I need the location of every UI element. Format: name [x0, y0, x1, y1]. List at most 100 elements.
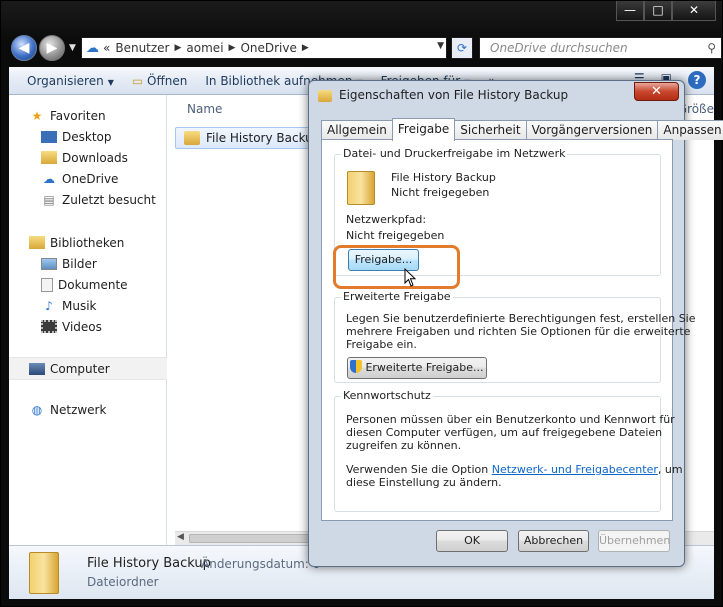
open-label: Öffnen: [147, 73, 188, 88]
column-header-name[interactable]: Name: [187, 102, 222, 116]
sidebar-label: Videos: [62, 319, 102, 334]
search-input[interactable]: OneDrive durchsuchen ⚲: [479, 37, 722, 59]
sidebar-label: Musik: [62, 298, 97, 313]
properties-dialog: Eigenschaften von File History Backup ✕ …: [308, 80, 723, 567]
advanced-share-button[interactable]: Erweiterte Freigabe...: [347, 357, 487, 379]
sidebar-item-dokumente[interactable]: Dokumente: [9, 274, 167, 295]
breadcrumb-separator-icon[interactable]: ▶: [302, 43, 309, 53]
breadcrumb-aomei[interactable]: aomei: [186, 41, 223, 55]
breadcrumb-separator-icon[interactable]: ▶: [175, 43, 182, 53]
network-globe-icon: ◍: [31, 402, 43, 417]
mouse-pointer-icon: [404, 268, 417, 287]
sidebar-item-videos[interactable]: Videos: [9, 316, 167, 337]
scrollbar-thumb[interactable]: [189, 534, 321, 543]
password-text-line: Personen müssen über ein Benutzerkonto u…: [346, 413, 675, 426]
navigation-pane: ★ Favoriten Desktop Downloads ☁ OneDrive…: [9, 95, 167, 545]
library-icon: [29, 236, 45, 249]
group-label: Datei- und Druckerfreigabe im Netzwerk: [341, 147, 568, 160]
sidebar-label: Bilder: [62, 256, 97, 271]
sidebar-item-bilder[interactable]: Bilder: [9, 253, 167, 274]
minimize-button[interactable]: —: [616, 1, 644, 21]
breadcrumb-onedrive[interactable]: OneDrive: [240, 41, 296, 55]
computer-icon: [29, 362, 45, 375]
desktop-icon: [41, 130, 57, 143]
sidebar-item-computer[interactable]: Computer: [9, 358, 167, 379]
password-text-line: diesen Computer verfügen, um auf freigeg…: [346, 426, 663, 439]
advanced-share-group: Erweiterte Freigabe Legen Sie benutzerde…: [334, 290, 696, 383]
folder-icon: [347, 171, 375, 205]
downloads-folder-icon: [41, 151, 57, 164]
search-icon[interactable]: ⚲: [707, 38, 716, 58]
tab-freigabe[interactable]: Freigabe: [391, 118, 456, 141]
maximize-button[interactable]: □: [644, 1, 672, 21]
ok-button[interactable]: OK: [436, 530, 508, 552]
sidebar-item-downloads[interactable]: Downloads: [9, 147, 167, 168]
forward-button[interactable]: ▶: [39, 35, 65, 61]
breadcrumb-separator-icon[interactable]: ▶: [229, 43, 236, 53]
sidebar-item-musik[interactable]: ♪ Musik: [9, 295, 167, 316]
sharing-tab-panel: Datei- und Druckerfreigabe im Netzwerk F…: [321, 139, 696, 521]
network-path-value: Nicht freigegeben: [346, 229, 445, 242]
shared-folder-name: File History Backup: [391, 171, 496, 184]
sidebar-label: Dokumente: [58, 277, 128, 292]
organize-menu[interactable]: Organisieren ▼: [27, 74, 114, 88]
apply-button[interactable]: Übernehmen: [598, 530, 670, 552]
pictures-icon: [41, 257, 57, 270]
sidebar-item-bibliotheken[interactable]: Bibliotheken: [9, 232, 167, 253]
sidebar-label: Computer: [50, 361, 110, 376]
refresh-icon: ⟳: [456, 41, 468, 55]
share-status: Nicht freigegeben: [391, 186, 490, 199]
advanced-share-text-line: Legen Sie benutzerdefinierte Berechtigun…: [346, 312, 696, 325]
folder-icon: [184, 131, 200, 145]
network-group: ◍ Netzwerk: [9, 399, 167, 420]
open-button[interactable]: ▭ Öffnen: [132, 74, 187, 88]
network-path-label: Netzwerkpfad:: [346, 213, 427, 226]
onedrive-cloud-icon: ☁: [43, 171, 55, 186]
music-note-icon: ♪: [45, 298, 53, 313]
advanced-share-text-line: Freigabe ein.: [346, 338, 417, 351]
breadcrumb-benutzer[interactable]: Benutzer: [115, 41, 169, 55]
cancel-button[interactable]: Abbrechen: [518, 530, 589, 552]
file-name: File History Backup: [206, 131, 321, 145]
sidebar-item-zuletzt-besucht[interactable]: ▤ Zuletzt besucht: [9, 189, 167, 210]
advanced-share-button-label: Erweiterte Freigabe...: [365, 361, 484, 374]
arrow-right-icon: ▶: [46, 40, 58, 56]
address-bar[interactable]: ☁ « Benutzer ▶ aomei ▶ OneDrive ▶ ▼: [81, 37, 447, 59]
close-button[interactable]: ✕: [672, 1, 716, 21]
arrow-left-icon: ◀: [18, 40, 30, 56]
computer-group: Computer: [9, 357, 167, 380]
tab-vorgaengerversionen[interactable]: Vorgängerversionen: [525, 120, 659, 140]
password-text-line: zugreifen zu können.: [346, 439, 462, 452]
sidebar-item-onedrive[interactable]: ☁ OneDrive: [9, 168, 167, 189]
tab-sicherheit[interactable]: Sicherheit: [454, 120, 527, 140]
tab-anpassen[interactable]: Anpassen: [657, 120, 723, 140]
sidebar-label: Favoriten: [50, 108, 106, 123]
refresh-button[interactable]: ⟳: [451, 37, 473, 59]
recent-places-icon: ▤: [43, 192, 55, 207]
documents-icon: [41, 277, 53, 292]
dialog-close-button[interactable]: ✕: [634, 82, 679, 101]
star-icon: ★: [31, 108, 43, 123]
details-modified: Änderungsdatum: 0: [201, 557, 321, 571]
group-label: Erweiterte Freigabe: [341, 290, 453, 303]
password-option-line: Verwenden Sie die Option Netzwerk- und F…: [346, 463, 683, 476]
advanced-share-text-line: mehrere Freigaben und richten Sie Option…: [346, 325, 691, 338]
recent-pages-dropdown-icon[interactable]: ▼: [69, 43, 76, 53]
tab-allgemein[interactable]: Allgemein: [321, 120, 393, 140]
network-sharing-center-link[interactable]: Netzwerk- und Freigabecenter: [492, 463, 658, 476]
sidebar-item-netzwerk[interactable]: ◍ Netzwerk: [9, 399, 167, 420]
libraries-group: Bibliotheken Bilder Dokumente ♪ Musik Vi…: [9, 232, 167, 337]
password-protection-group: Kennwortschutz Personen müssen über ein …: [334, 389, 683, 512]
help-icon[interactable]: ?: [688, 71, 706, 89]
folder-icon: [29, 552, 59, 594]
uac-shield-icon: [350, 360, 363, 373]
address-dropdown-icon[interactable]: ▼: [437, 41, 444, 51]
sidebar-item-desktop[interactable]: Desktop: [9, 126, 167, 147]
address-overflow[interactable]: «: [103, 41, 110, 55]
sidebar-item-favoriten[interactable]: ★ Favoriten: [9, 105, 167, 126]
back-button[interactable]: ◀: [11, 35, 37, 61]
scroll-left-icon[interactable]: ◀: [177, 532, 184, 542]
folder-open-icon: ▭: [131, 73, 144, 88]
tab-strip: Allgemein Freigabe Sicherheit Vorgängerv…: [321, 118, 723, 141]
details-name: File History Backup: [87, 556, 211, 571]
